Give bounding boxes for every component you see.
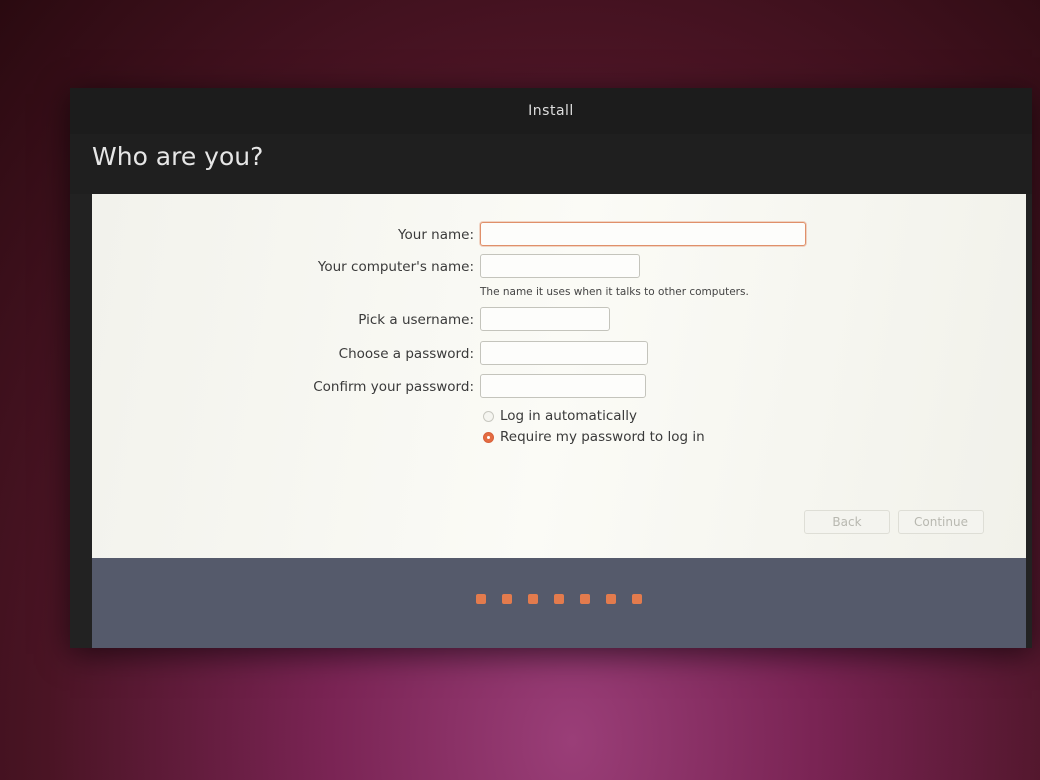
progress-dot — [476, 594, 486, 604]
progress-dot — [528, 594, 538, 604]
user-form-panel: Your name: Your computer's name: The nam… — [92, 194, 1026, 558]
radio-checked-icon[interactable] — [483, 431, 494, 443]
password-row: Choose a password: — [92, 341, 1026, 369]
continue-button[interactable]: Continue — [898, 510, 984, 534]
confirm-password-input[interactable] — [480, 374, 646, 398]
back-button[interactable]: Back — [804, 510, 890, 534]
computer-name-row: Your computer's name: — [92, 254, 1026, 282]
your-name-input[interactable] — [480, 222, 806, 246]
username-label: Pick a username: — [358, 312, 474, 328]
confirm-password-row: Confirm your password: — [92, 374, 1026, 402]
password-input[interactable] — [480, 341, 648, 365]
progress-dot — [632, 594, 642, 604]
computer-name-input[interactable] — [480, 254, 640, 278]
window-body: Your name: Your computer's name: The nam… — [70, 88, 1032, 648]
login-automatically-option[interactable]: Log in automatically — [483, 407, 637, 425]
username-row: Pick a username: — [92, 307, 1026, 335]
password-label: Choose a password: — [338, 346, 474, 362]
progress-dot — [580, 594, 590, 604]
progress-dot — [606, 594, 616, 604]
progress-footer — [92, 558, 1026, 648]
radio-unchecked-icon[interactable] — [483, 410, 494, 422]
require-password-option[interactable]: Require my password to log in — [483, 428, 705, 446]
progress-dots — [92, 594, 1026, 604]
progress-dot — [554, 594, 564, 604]
computer-name-label: Your computer's name: — [317, 259, 474, 275]
require-password-label: Require my password to log in — [500, 429, 705, 445]
computer-name-hint: The name it uses when it talks to other … — [480, 286, 749, 298]
username-input[interactable] — [480, 307, 610, 331]
progress-dot — [502, 594, 512, 604]
confirm-password-label: Confirm your password: — [313, 379, 474, 395]
login-automatically-label: Log in automatically — [500, 408, 638, 424]
your-name-row: Your name: — [92, 222, 1026, 250]
your-name-label: Your name: — [398, 227, 474, 243]
